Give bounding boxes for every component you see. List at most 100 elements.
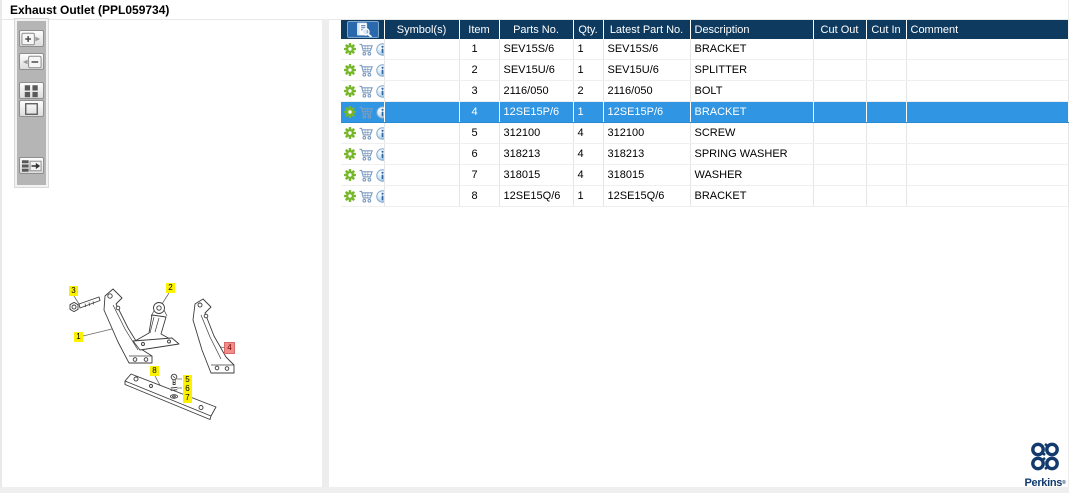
table-row[interactable]: 6 318213 4 318213 SPRING WASHER xyxy=(341,143,1069,165)
cell-latest-part-no: 2116/050 xyxy=(603,80,691,102)
cell-qty: 2 xyxy=(573,80,604,102)
row-actions xyxy=(341,185,385,207)
exploded-diagram[interactable]: 3 2 1 4 8 5 6 7 xyxy=(55,275,255,430)
cell-comment xyxy=(906,164,1069,186)
cart-icon[interactable] xyxy=(358,85,374,98)
cart-icon[interactable] xyxy=(358,64,374,77)
cell-symbols xyxy=(384,143,460,165)
cell-cut-out xyxy=(813,164,867,186)
cell-comment xyxy=(906,143,1069,165)
gear-icon[interactable] xyxy=(344,127,356,139)
bottom-divider xyxy=(0,487,1069,493)
row-actions xyxy=(341,143,385,165)
gear-icon[interactable] xyxy=(344,169,356,181)
perkins-logo-icon xyxy=(1031,442,1059,471)
cart-icon[interactable] xyxy=(358,190,374,203)
perkins-brand: Perkins® xyxy=(1022,441,1068,489)
page-title: Exhaust Outlet (PPL059734) xyxy=(10,3,170,17)
zoom-out-button[interactable] xyxy=(19,53,44,70)
cell-parts-no: 318015 xyxy=(499,164,574,186)
table-row-selected[interactable]: 4 12SE15P/6 1 12SE15P/6 BRACKET xyxy=(341,101,1069,123)
cell-description: BRACKET xyxy=(690,101,814,123)
toggle-table-panel-button[interactable] xyxy=(19,157,44,174)
header-comment: Comment xyxy=(906,20,1069,39)
info-icon[interactable] xyxy=(376,43,384,56)
zoom-in-button[interactable] xyxy=(19,30,44,47)
info-icon[interactable] xyxy=(376,85,384,98)
cart-icon[interactable] xyxy=(358,127,374,140)
row-actions xyxy=(341,101,385,123)
callout-label-4-selected[interactable]: 4 xyxy=(224,342,235,354)
cell-latest-part-no: SEV15U/6 xyxy=(603,59,691,81)
cart-icon[interactable] xyxy=(358,106,374,119)
gear-icon[interactable] xyxy=(344,106,356,118)
cell-symbols xyxy=(384,101,460,123)
zoom-in-icon xyxy=(20,31,43,47)
callout-label-1[interactable]: 1 xyxy=(74,332,83,342)
cell-parts-no: 12SE15P/6 xyxy=(499,101,574,123)
document-magnifier-icon xyxy=(353,22,373,37)
cell-parts-no: 318213 xyxy=(499,143,574,165)
cell-symbols xyxy=(384,39,460,60)
gear-icon[interactable] xyxy=(344,64,356,76)
table-arrow-icon xyxy=(20,158,43,174)
cell-cut-in xyxy=(866,185,907,207)
panel-splitter[interactable] xyxy=(322,19,329,493)
cell-latest-part-no: 318015 xyxy=(603,164,691,186)
table-row[interactable]: 8 12SE15Q/6 1 12SE15Q/6 BRACKET xyxy=(341,185,1069,207)
gear-icon[interactable] xyxy=(344,148,356,160)
region-square-icon xyxy=(20,101,43,117)
fit-view-button[interactable] xyxy=(19,82,44,99)
table-row[interactable]: 2 SEV15U/6 1 SEV15U/6 SPLITTER xyxy=(341,59,1069,81)
header-description: Description xyxy=(690,20,814,39)
zoom-region-button[interactable] xyxy=(19,100,44,117)
callout-label-3[interactable]: 3 xyxy=(69,286,78,296)
cell-symbols xyxy=(384,185,460,207)
cell-item: 5 xyxy=(459,122,500,144)
cell-cut-out xyxy=(813,122,867,144)
table-row[interactable]: 5 312100 4 312100 SCREW xyxy=(341,122,1069,144)
info-icon[interactable] xyxy=(376,106,384,119)
cell-description: BOLT xyxy=(690,80,814,102)
perkins-wordmark: Perkins® xyxy=(1024,477,1066,489)
cell-comment xyxy=(906,122,1069,144)
cell-item: 2 xyxy=(459,59,500,81)
cell-item: 8 xyxy=(459,185,500,207)
row-actions xyxy=(341,164,385,186)
cell-latest-part-no: 318213 xyxy=(603,143,691,165)
cell-qty: 4 xyxy=(573,164,604,186)
callout-label-2[interactable]: 2 xyxy=(166,283,175,293)
cart-icon[interactable] xyxy=(358,148,374,161)
row-actions xyxy=(341,59,385,81)
gear-icon[interactable] xyxy=(344,85,356,97)
cell-cut-in xyxy=(866,143,907,165)
cart-icon[interactable] xyxy=(358,43,374,56)
header-cut-in: Cut In xyxy=(866,20,907,39)
info-icon[interactable] xyxy=(376,127,384,140)
table-row[interactable]: 7 318015 4 318015 WASHER xyxy=(341,164,1069,186)
cell-description: SCREW xyxy=(690,122,814,144)
info-icon[interactable] xyxy=(376,64,384,77)
fit-grid-icon xyxy=(20,83,43,99)
info-icon[interactable] xyxy=(376,169,384,182)
info-icon[interactable] xyxy=(376,148,384,161)
diagram-toolbar xyxy=(15,19,48,187)
header-qty: Qty. xyxy=(573,20,604,39)
cell-item: 4 xyxy=(459,101,500,123)
cell-symbols xyxy=(384,122,460,144)
header-item: Item xyxy=(459,20,500,39)
table-row[interactable]: 1 SEV15S/6 1 SEV15S/6 BRACKET xyxy=(341,39,1069,60)
cell-comment xyxy=(906,185,1069,207)
callout-label-8[interactable]: 8 xyxy=(150,366,159,376)
cell-cut-out xyxy=(813,185,867,207)
cell-parts-no: SEV15U/6 xyxy=(499,59,574,81)
callout-label-7[interactable]: 7 xyxy=(183,393,192,403)
cell-item: 1 xyxy=(459,39,500,60)
info-icon[interactable] xyxy=(376,190,384,203)
gear-icon[interactable] xyxy=(344,43,356,55)
table-row[interactable]: 3 2116/050 2 2116/050 BOLT xyxy=(341,80,1069,102)
view-document-button[interactable] xyxy=(347,21,379,38)
cart-icon[interactable] xyxy=(358,169,374,182)
cell-cut-out xyxy=(813,143,867,165)
gear-icon[interactable] xyxy=(344,190,356,202)
